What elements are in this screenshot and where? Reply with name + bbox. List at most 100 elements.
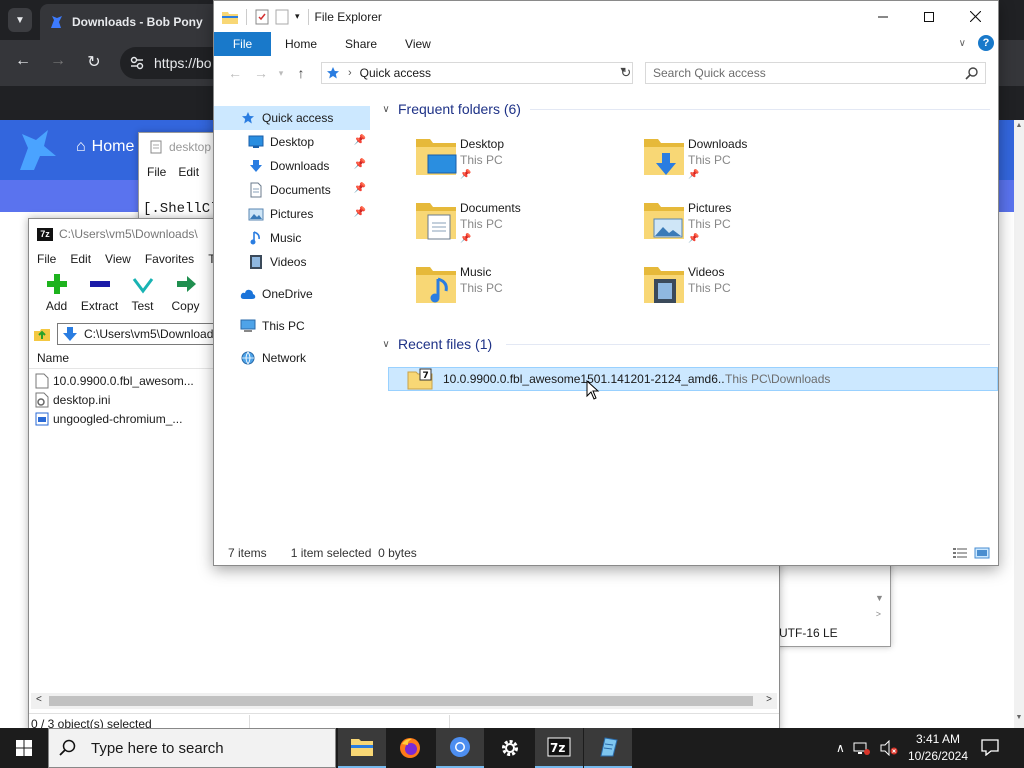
7zip-test-button[interactable]: Test bbox=[121, 271, 164, 317]
search-icon bbox=[59, 739, 76, 756]
volume-muted-icon[interactable] bbox=[879, 740, 899, 756]
up-folder-icon[interactable] bbox=[33, 325, 51, 343]
folder-location: This PC bbox=[688, 153, 731, 167]
notepad-scroll-down-icon[interactable]: ▼ bbox=[875, 593, 884, 603]
7zip-scroll-thumb[interactable] bbox=[49, 696, 753, 706]
refresh-icon[interactable]: ↻ bbox=[618, 62, 634, 84]
7zip-menu-view[interactable]: View bbox=[105, 252, 131, 266]
page-scrollbar[interactable]: ▲ ▼ bbox=[1014, 120, 1024, 728]
bob-pony-logo-icon[interactable] bbox=[14, 126, 62, 174]
scroll-down-icon[interactable]: ▼ bbox=[1014, 714, 1024, 726]
pin-icon[interactable]: 📌 bbox=[354, 183, 366, 194]
taskbar-notepad[interactable] bbox=[584, 728, 632, 768]
nav-item-onedrive[interactable]: OneDrive bbox=[214, 282, 370, 306]
forward-arrow-icon[interactable]: → bbox=[47, 52, 69, 70]
nav-item-quick-access[interactable]: Quick access bbox=[214, 106, 370, 130]
folder-tile-desktop[interactable]: Desktop This PC 📌 bbox=[414, 133, 634, 189]
expand-ribbon-icon[interactable]: ∨ bbox=[959, 38, 966, 49]
breadcrumb-chevron-icon[interactable]: › bbox=[348, 67, 352, 79]
maximize-button[interactable] bbox=[906, 1, 952, 32]
nav-item-downloads[interactable]: Downloads 📌 bbox=[214, 154, 370, 178]
collapse-chevron-icon[interactable]: ∨ bbox=[380, 104, 392, 115]
scroll-right-icon[interactable]: > bbox=[766, 694, 772, 705]
ribbon-tab-share[interactable]: Share bbox=[331, 32, 391, 56]
explorer-titlebar[interactable]: ▾ File Explorer bbox=[214, 1, 998, 32]
nav-item-this-pc[interactable]: This PC bbox=[214, 314, 370, 338]
7zip-horizontal-scrollbar[interactable]: < > bbox=[31, 693, 777, 709]
taskbar-search-box[interactable]: Type here to search bbox=[48, 728, 336, 768]
search-icon[interactable] bbox=[965, 66, 979, 80]
file-icon bbox=[35, 373, 49, 388]
frequent-folders-header[interactable]: ∨ Frequent folders (6) bbox=[380, 97, 521, 121]
folder-tile-videos[interactable]: Videos This PC bbox=[642, 261, 862, 317]
ribbon-tab-home[interactable]: Home bbox=[271, 32, 331, 56]
pin-icon[interactable]: 📌 bbox=[354, 159, 366, 170]
site-settings-icon[interactable] bbox=[130, 56, 144, 70]
tiles-view-icon[interactable] bbox=[974, 547, 990, 559]
taskbar-settings[interactable] bbox=[486, 728, 534, 768]
details-view-icon[interactable] bbox=[952, 547, 968, 559]
back-arrow-icon[interactable]: ← bbox=[12, 52, 34, 70]
nav-item-videos[interactable]: Videos bbox=[214, 250, 370, 274]
recent-locations-icon[interactable]: ▾ bbox=[274, 68, 288, 79]
ribbon-tab-file[interactable]: File bbox=[214, 32, 271, 56]
nav-item-music[interactable]: Music bbox=[214, 226, 370, 250]
folder-tile-downloads[interactable]: Downloads This PC 📌 bbox=[642, 133, 862, 189]
reload-icon[interactable]: ↻ bbox=[83, 52, 105, 72]
7zip-file-row[interactable]: ungoogled-chromium_... bbox=[35, 409, 215, 428]
scroll-left-icon[interactable]: < bbox=[36, 694, 42, 705]
nav-item-desktop[interactable]: Desktop 📌 bbox=[214, 130, 370, 154]
customize-qat-icon[interactable]: ▾ bbox=[295, 11, 300, 22]
folder-tile-documents[interactable]: Documents This PC 📌 bbox=[414, 197, 634, 253]
tab-search-button[interactable]: ▼ bbox=[8, 8, 32, 32]
scroll-up-icon[interactable]: ▲ bbox=[1014, 122, 1024, 134]
taskbar-firefox[interactable] bbox=[386, 728, 434, 768]
7zip-file-row[interactable]: desktop.ini bbox=[35, 390, 215, 409]
notification-center[interactable] bbox=[980, 738, 1000, 759]
start-button[interactable] bbox=[0, 728, 48, 768]
taskbar-clock[interactable]: 3:41 AM 10/26/2024 bbox=[906, 731, 970, 765]
nav-item-network[interactable]: Network bbox=[214, 346, 370, 370]
help-icon[interactable]: ? bbox=[978, 35, 994, 51]
taskbar-7zip[interactable]: 7z bbox=[535, 728, 583, 768]
nav-label: OneDrive bbox=[262, 287, 313, 301]
folder-tile-pictures[interactable]: Pictures This PC 📌 bbox=[642, 197, 862, 253]
notepad-text[interactable]: [.ShellCl bbox=[143, 201, 219, 217]
browser-tab[interactable]: Downloads - Bob Pony bbox=[40, 4, 220, 40]
notepad-scroll-right-icon[interactable]: > bbox=[779, 609, 889, 623]
7zip-copy-button[interactable]: Copy bbox=[164, 271, 207, 317]
desktop-icon bbox=[248, 134, 264, 150]
notepad-menu-edit[interactable]: Edit bbox=[178, 165, 199, 179]
close-button[interactable] bbox=[952, 1, 998, 32]
7zip-extract-button[interactable]: Extract bbox=[78, 271, 121, 317]
taskbar-file-explorer[interactable] bbox=[338, 728, 386, 768]
explorer-address-bar[interactable]: › Quick access ▾ bbox=[321, 62, 633, 84]
7zip-menu-favorites[interactable]: Favorites bbox=[145, 252, 194, 266]
folder-tile-music[interactable]: Music This PC bbox=[414, 261, 634, 317]
nav-item-pictures[interactable]: Pictures 📌 bbox=[214, 202, 370, 226]
7zip-menu-file[interactable]: File bbox=[37, 252, 56, 266]
collapse-chevron-icon[interactable]: ∨ bbox=[380, 339, 392, 350]
pin-icon[interactable]: 📌 bbox=[354, 207, 366, 218]
home-link[interactable]: ⌂ Home bbox=[76, 138, 134, 156]
pin-icon[interactable]: 📌 bbox=[354, 135, 366, 146]
notepad-menu-file[interactable]: File bbox=[147, 165, 166, 179]
breadcrumb[interactable]: Quick access bbox=[360, 66, 431, 80]
properties-icon[interactable] bbox=[255, 9, 269, 25]
network-status-icon[interactable] bbox=[853, 740, 871, 756]
7zip-file-row[interactable]: 10.0.9900.0.fbl_awesom... bbox=[35, 371, 215, 390]
new-folder-icon[interactable] bbox=[275, 9, 289, 25]
back-arrow-icon[interactable]: ← bbox=[222, 65, 248, 81]
recent-file-row[interactable]: 7 10.0.9900.0.fbl_awesome1501.141201-212… bbox=[388, 367, 998, 391]
ribbon-tab-view[interactable]: View bbox=[391, 32, 445, 56]
nav-item-documents[interactable]: Documents 📌 bbox=[214, 178, 370, 202]
up-arrow-icon[interactable]: ↑ bbox=[288, 65, 314, 81]
minimize-button[interactable] bbox=[860, 1, 906, 32]
forward-arrow-icon[interactable]: → bbox=[248, 65, 274, 81]
show-hidden-icons-icon[interactable]: ∧ bbox=[836, 741, 845, 755]
7zip-menu-edit[interactable]: Edit bbox=[70, 252, 91, 266]
recent-files-header[interactable]: ∨ Recent files (1) bbox=[380, 332, 492, 356]
7zip-add-button[interactable]: Add bbox=[35, 271, 78, 317]
explorer-search-input[interactable]: Search Quick access bbox=[645, 62, 986, 84]
taskbar-chromium[interactable] bbox=[436, 728, 484, 768]
